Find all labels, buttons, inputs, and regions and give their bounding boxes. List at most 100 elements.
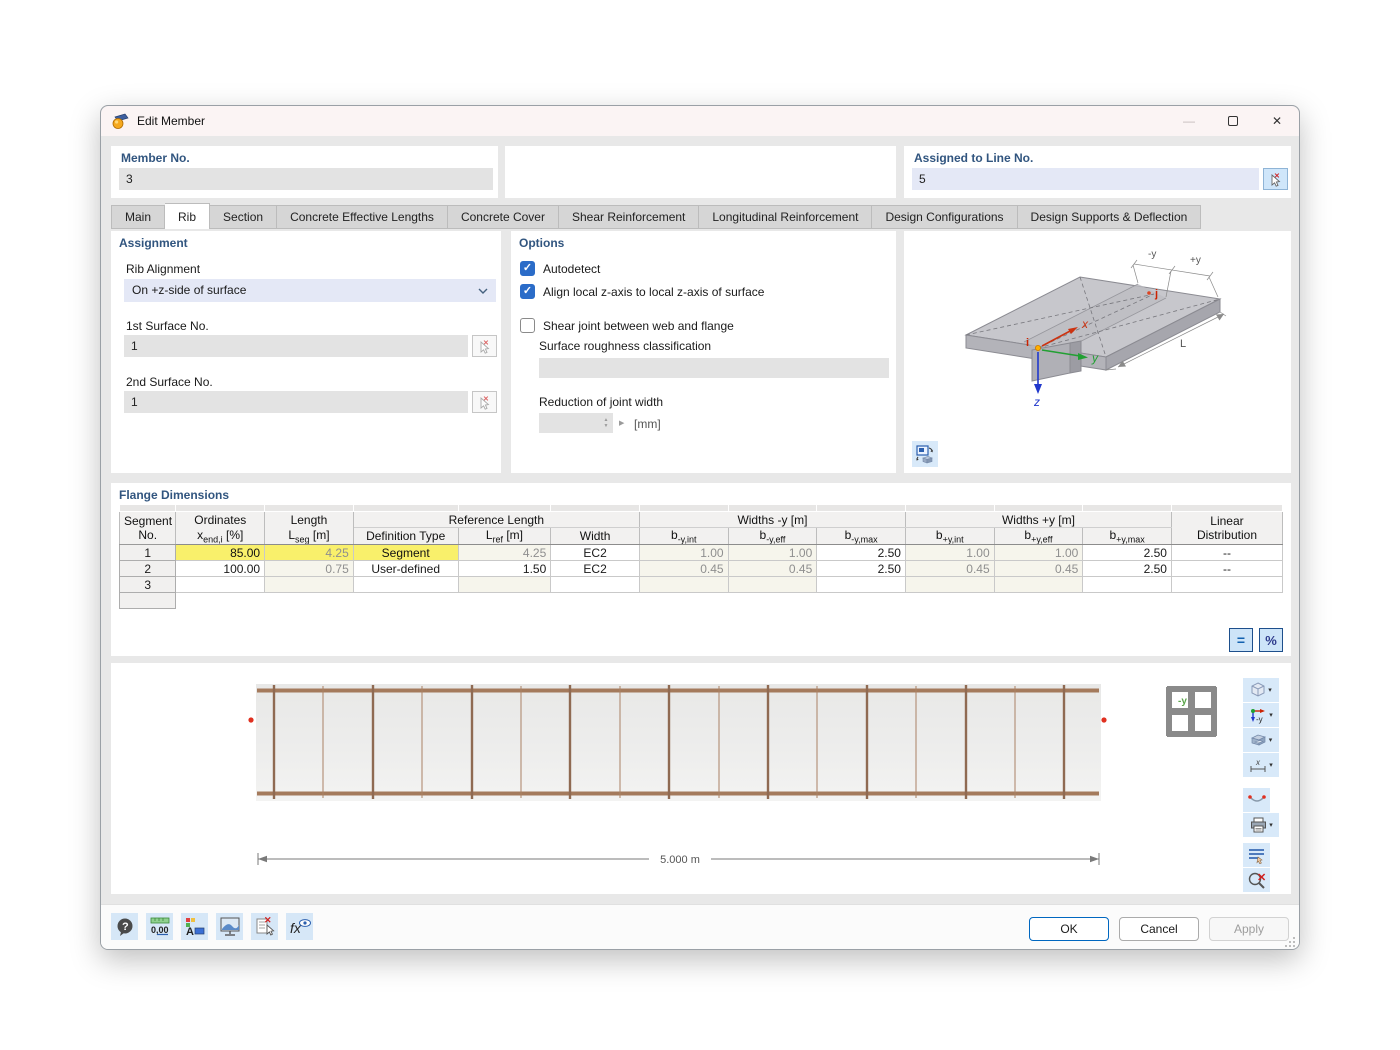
ordinate-cell[interactable] [176,577,265,593]
cancel-zoom-button[interactable]: ✕ [1243,868,1270,892]
maximize-button[interactable] [1211,106,1255,136]
reduction-spinner[interactable]: ▲▼ [539,413,613,433]
b-neg-int-cell[interactable] [639,577,728,593]
rotate-view-button[interactable] [912,441,938,467]
linear-distribution-cell[interactable]: -- [1171,545,1282,561]
b-pos-int-cell[interactable] [905,577,994,593]
width-cell[interactable]: EC2 [551,561,640,577]
help-button[interactable]: ? [111,913,138,940]
col-segment-header[interactable]: SegmentNo. [120,512,176,545]
assigned-line-field[interactable]: 5 [912,168,1259,190]
apply-button[interactable]: Apply [1209,917,1289,941]
close-button[interactable]: ✕ [1255,106,1299,136]
shear-joint-checkbox[interactable]: ✓ [520,318,535,333]
b-neg-int-cell[interactable]: 1.00 [639,545,728,561]
surface1-pick-button[interactable]: ✕ [472,335,497,357]
surface2-pick-button[interactable]: ✕ [472,391,497,413]
col-width-header[interactable]: Width [551,528,640,545]
title-bar[interactable]: Edit Member — ✕ [101,106,1299,136]
col-lref-header[interactable]: Lref [m] [458,528,551,545]
delete-inputs-button[interactable]: ✕ [251,913,278,940]
ok-button[interactable]: OK [1029,917,1109,941]
minimize-button[interactable]: — [1167,106,1211,136]
col-linear-header[interactable]: LinearDistribution [1171,512,1282,545]
ordinate-cell[interactable]: 85.00 [176,545,265,561]
b-pos-max-cell[interactable]: 2.50 [1083,561,1172,577]
definition-type-cell[interactable]: User-defined [353,561,458,577]
view-direction-widget[interactable]: -y [1164,684,1219,739]
col-b-neg-max-header[interactable]: b-y,max [817,528,906,545]
b-pos-eff-cell[interactable]: 1.00 [994,545,1083,561]
width-cell[interactable]: EC2 [551,545,640,561]
b-neg-int-cell[interactable]: 0.45 [639,561,728,577]
col-b-pos-max-header[interactable]: b+y,max [1083,528,1172,545]
b-pos-int-cell[interactable]: 0.45 [905,561,994,577]
linear-distribution-cell[interactable]: -- [1171,561,1282,577]
resize-grip[interactable] [1284,936,1296,948]
align-z-checkbox[interactable]: ✓ [520,284,535,299]
col-b-neg-eff-header[interactable]: b-y,eff [728,528,817,545]
tab-longitudinal-reinforcement[interactable]: Longitudinal Reinforcement [699,205,872,229]
member-no-field[interactable]: 3 [119,168,493,190]
formula-button[interactable]: fx [286,913,313,940]
b-pos-eff-cell[interactable] [994,577,1083,593]
b-pos-eff-cell[interactable]: 0.45 [994,561,1083,577]
percent-toggle-button[interactable]: % [1259,628,1283,652]
surface2-field[interactable]: 1 [124,391,468,413]
col-widths-pos-header[interactable]: Widths +y [m] [905,512,1171,528]
tab-shear-reinforcement[interactable]: Shear Reinforcement [559,205,699,229]
col-widths-neg-header[interactable]: Widths -y [m] [639,512,905,528]
lref-cell[interactable] [458,577,551,593]
spinner-arrows-icon[interactable]: ▲▼ [601,414,611,432]
display-style-button[interactable]: ▾ [1243,728,1279,752]
lref-cell[interactable]: 4.25 [458,545,551,561]
tab-design-configurations[interactable]: Design Configurations [872,205,1017,229]
display-settings-button[interactable]: A [181,913,208,940]
b-neg-max-cell[interactable] [817,577,906,593]
col-ordinates-unit[interactable]: xend,i [%] [176,528,265,545]
row-number-cell[interactable]: 2 [120,561,176,577]
width-cell[interactable] [551,577,640,593]
absolute-toggle-button[interactable]: = [1229,628,1253,652]
b-neg-eff-cell[interactable]: 0.45 [728,561,817,577]
col-ordinates-header[interactable]: Ordinates [176,512,265,528]
b-pos-max-cell[interactable] [1083,577,1172,593]
tab-section[interactable]: Section [210,205,277,229]
b-neg-eff-cell[interactable]: 1.00 [728,545,817,561]
col-reference-length-header[interactable]: Reference Length [353,512,639,528]
col-b-neg-int-header[interactable]: b-y,int [639,528,728,545]
screen-view-button[interactable] [216,913,243,940]
b-neg-max-cell[interactable]: 2.50 [817,561,906,577]
view-axis-button[interactable]: -y ▾ [1243,703,1279,727]
ordinate-cell[interactable]: 100.00 [176,561,265,577]
tab-rib[interactable]: Rib [165,203,210,229]
spinner-right-icon[interactable]: ▶ [619,419,624,427]
print-button[interactable]: ▾ [1243,813,1279,837]
row-number-stub-cell[interactable] [120,593,176,609]
length-cell[interactable] [265,577,354,593]
roughness-field[interactable] [539,358,889,378]
b-pos-max-cell[interactable]: 2.50 [1083,545,1172,561]
dimensions-button[interactable]: x ▾ [1243,753,1279,777]
cancel-button[interactable]: Cancel [1119,917,1199,941]
lref-cell[interactable]: 1.50 [458,561,551,577]
col-length-header[interactable]: Length [265,512,354,528]
autodetect-checkbox[interactable]: ✓ [520,261,535,276]
b-pos-int-cell[interactable]: 1.00 [905,545,994,561]
length-cell[interactable]: 4.25 [265,545,354,561]
linear-distribution-cell[interactable] [1171,577,1282,593]
units-settings-button[interactable]: 0,00 [146,913,173,940]
rib-alignment-dropdown[interactable]: On +z-side of surface [124,279,496,302]
length-cell[interactable]: 0.75 [265,561,354,577]
col-b-pos-int-header[interactable]: b+y,int [905,528,994,545]
b-neg-eff-cell[interactable] [728,577,817,593]
display-options-button[interactable] [1243,843,1270,867]
tab-main[interactable]: Main [111,205,165,229]
surface1-field[interactable]: 1 [124,335,468,357]
col-definition-type-header[interactable]: Definition Type [353,528,458,545]
tab-concrete-effective-lengths[interactable]: Concrete Effective Lengths [277,205,448,229]
definition-type-cell[interactable] [353,577,458,593]
b-neg-max-cell[interactable]: 2.50 [817,545,906,561]
tab-concrete-cover[interactable]: Concrete Cover [448,205,559,229]
definition-type-cell[interactable]: Segment [353,545,458,561]
